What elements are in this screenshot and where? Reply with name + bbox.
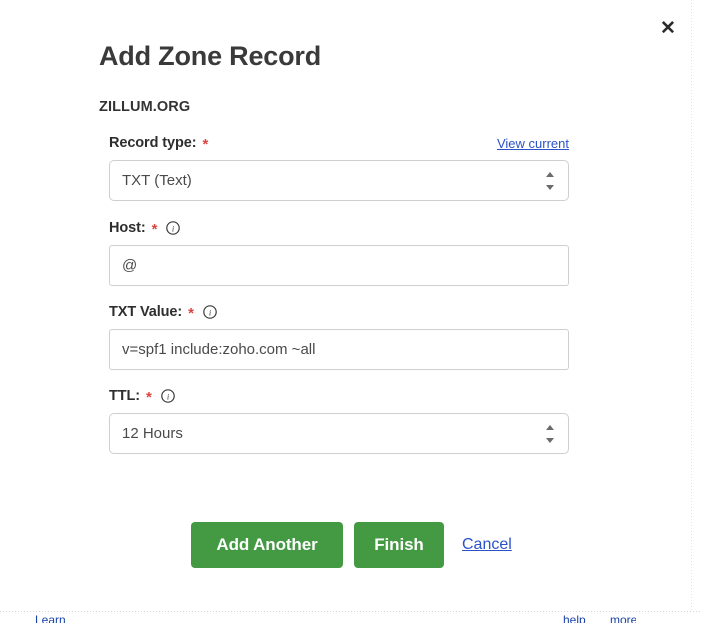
field-host: Host: * i @ — [109, 201, 569, 286]
ttl-select[interactable]: 12 Hours — [109, 413, 569, 454]
dialog-actions: Add Another Finish Cancel — [109, 454, 569, 568]
add-zone-record-dialog: ✕ Add Zone Record ZILLUM.ORG Record type… — [0, 0, 692, 612]
label-row-txt-value: TXT Value: * i — [109, 303, 569, 321]
label-record-type: Record type: — [109, 135, 197, 151]
svg-text:i: i — [167, 391, 170, 401]
required-marker: * — [146, 388, 152, 406]
host-value: @ — [122, 257, 138, 274]
svg-text:i: i — [172, 223, 175, 233]
label-host: Host: — [109, 220, 146, 236]
background-link-fragment[interactable]: help — [563, 614, 589, 623]
label-row-ttl: TTL: * i — [109, 387, 569, 405]
zone-record-form: Record type: * View current TXT (Text) H… — [99, 115, 569, 568]
finish-button[interactable]: Finish — [354, 522, 444, 568]
info-icon[interactable]: i — [203, 305, 217, 319]
chevron-updown-icon[interactable] — [545, 171, 554, 190]
add-another-button[interactable]: Add Another — [191, 522, 343, 568]
label-row-host: Host: * i — [109, 219, 569, 237]
page-edge-divider — [691, 0, 692, 612]
record-type-value: TXT (Text) — [122, 172, 192, 189]
required-marker: * — [188, 304, 194, 322]
page-bottom-divider — [0, 611, 702, 612]
field-record-type: Record type: * View current TXT (Text) — [109, 115, 569, 201]
view-current-link[interactable]: View current — [497, 136, 569, 151]
dialog-content: Add Zone Record ZILLUM.ORG Record type: … — [0, 0, 692, 568]
svg-text:i: i — [209, 307, 212, 317]
background-link-fragment[interactable]: Learn — [35, 614, 65, 623]
txt-value-input[interactable]: v=spf1 include:zoho.com ~all — [109, 329, 569, 370]
label-ttl: TTL: — [109, 388, 141, 404]
required-marker: * — [151, 220, 158, 238]
chevron-updown-icon[interactable] — [545, 424, 554, 443]
close-icon[interactable]: ✕ — [656, 16, 680, 40]
field-txt-value: TXT Value: * i v=spf1 include:zoho.com ~… — [109, 286, 569, 370]
background-link-fragment[interactable]: more — [610, 614, 636, 623]
info-icon[interactable]: i — [166, 221, 181, 235]
label-txt-value: TXT Value: — [109, 304, 183, 320]
field-ttl: TTL: * i 12 Hours — [109, 370, 569, 454]
required-marker: * — [202, 135, 209, 153]
cancel-link[interactable]: Cancel — [462, 536, 512, 554]
record-type-select[interactable]: TXT (Text) — [109, 160, 569, 201]
host-input[interactable]: @ — [109, 245, 569, 286]
domain-name-label: ZILLUM.ORG — [99, 99, 191, 115]
page-title: Add Zone Record — [99, 41, 322, 71]
txt-value-value: v=spf1 include:zoho.com ~all — [122, 341, 316, 358]
ttl-value: 12 Hours — [122, 425, 183, 442]
info-icon[interactable]: i — [161, 389, 175, 403]
